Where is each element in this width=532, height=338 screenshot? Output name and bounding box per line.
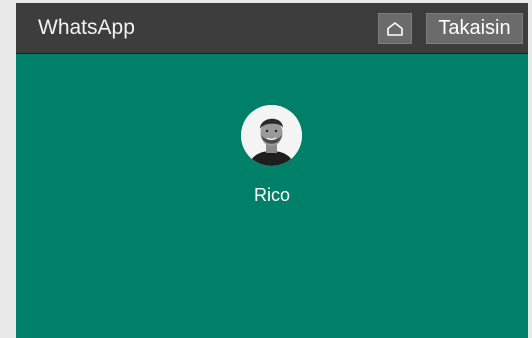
contact-name: Rico: [253, 185, 290, 205]
call-screen: Rico: [16, 54, 528, 338]
app-title: WhatsApp: [38, 16, 135, 39]
home-icon: [386, 21, 404, 37]
avatar[interactable]: [241, 105, 302, 166]
back-button[interactable]: Takaisin: [426, 13, 523, 44]
title-bar: WhatsApp Takaisin: [16, 3, 528, 54]
app-window: WhatsApp Takaisin Rico: [16, 3, 528, 338]
home-button[interactable]: [378, 13, 412, 44]
